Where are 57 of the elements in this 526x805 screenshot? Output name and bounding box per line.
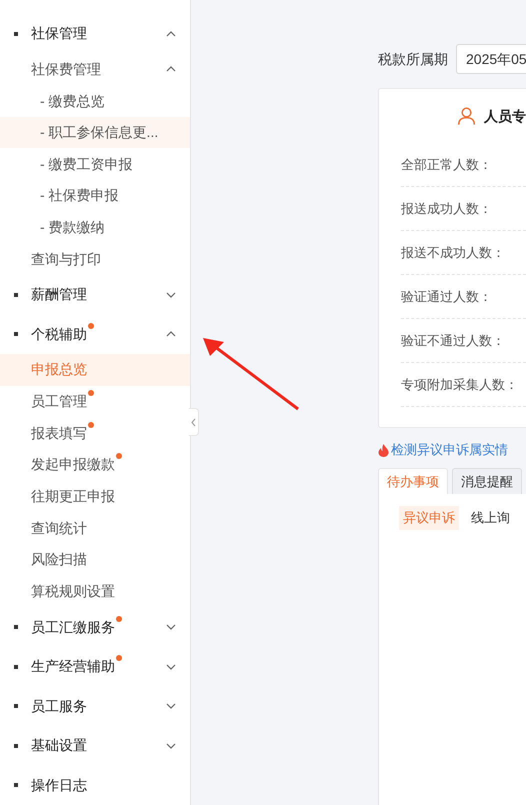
nav-label: 员工服务: [31, 696, 87, 716]
nav-label: 社保费管理: [31, 60, 101, 79]
chevron-up-icon: [166, 331, 176, 338]
stat-label: 专项附加采集人数：: [401, 376, 518, 394]
bullet-icon: [14, 664, 18, 669]
bullet-icon: [14, 744, 18, 748]
card-title: 人员专: [484, 106, 526, 126]
nav-label: 基础设置: [31, 736, 87, 756]
bullet-icon: [14, 783, 18, 788]
bullet-icon: [14, 292, 18, 297]
stat-label: 验证通过人数：: [401, 288, 492, 306]
chevron-down-icon: [166, 742, 176, 749]
nav-label: 报表填写: [31, 422, 87, 444]
period-select[interactable]: 2025年05: [456, 44, 526, 74]
stat-label: 全部正常人数：: [401, 156, 492, 174]
collapse-handle[interactable]: [189, 408, 199, 436]
nav-label: 往期更正申报: [31, 487, 115, 506]
nav-label: 员工汇缴服务: [31, 616, 115, 638]
nav-label: 查询统计: [31, 518, 87, 538]
chevron-down-icon: [166, 703, 176, 710]
nav-label: 查询与打印: [31, 250, 101, 269]
nav-label: 个税辅助: [31, 324, 87, 345]
nav-label: 申报总览: [31, 360, 87, 380]
nav-label: 操作日志: [31, 776, 87, 795]
chevron-down-icon: [166, 292, 176, 298]
stat-label: 验证不通过人数：: [401, 332, 505, 350]
chevron-up-icon: [166, 30, 176, 37]
stat-label: 报送不成功人数：: [401, 244, 505, 262]
chevron-up-icon: [166, 66, 176, 72]
bullet-icon: [14, 32, 18, 36]
nav-label: 生产经营辅助: [31, 656, 115, 678]
tab[interactable]: 消息提醒: [452, 468, 522, 494]
bullet-icon: [14, 625, 18, 630]
nav-label: 社保管理: [31, 24, 87, 44]
notice-link[interactable]: 检测异议申诉属实情: [391, 440, 508, 460]
nav-label: - 缴费工资申报: [40, 154, 133, 174]
nav-label: 发起申报缴款: [31, 454, 115, 476]
nav-item[interactable]: - 职工参保信息更...: [0, 116, 190, 148]
chevron-down-icon: [166, 624, 176, 630]
bullet-icon: [14, 704, 18, 708]
nav-label: 算税规则设置: [31, 582, 115, 601]
nav-label: - 费款缴纳: [40, 218, 105, 238]
nav-label: 风险扫描: [31, 550, 87, 570]
todo-tag: 异议申诉: [399, 506, 459, 530]
chevron-left-icon: [191, 418, 196, 426]
person-icon: [457, 105, 476, 127]
period-label: 税款所属期: [378, 50, 448, 68]
nav-label: - 社保费申报: [40, 186, 119, 206]
nav-label: 员工管理: [31, 391, 87, 412]
nav-label: - 缴费总览: [40, 92, 105, 110]
nav-label: 薪酬管理: [31, 285, 87, 304]
bullet-icon: [14, 332, 18, 336]
todo-text: 线上询: [471, 509, 510, 528]
flame-icon: [378, 444, 389, 456]
chevron-down-icon: [166, 664, 176, 670]
nav-label: - 职工参保信息更...: [40, 123, 158, 142]
stat-label: 报送成功人数：: [401, 200, 492, 218]
